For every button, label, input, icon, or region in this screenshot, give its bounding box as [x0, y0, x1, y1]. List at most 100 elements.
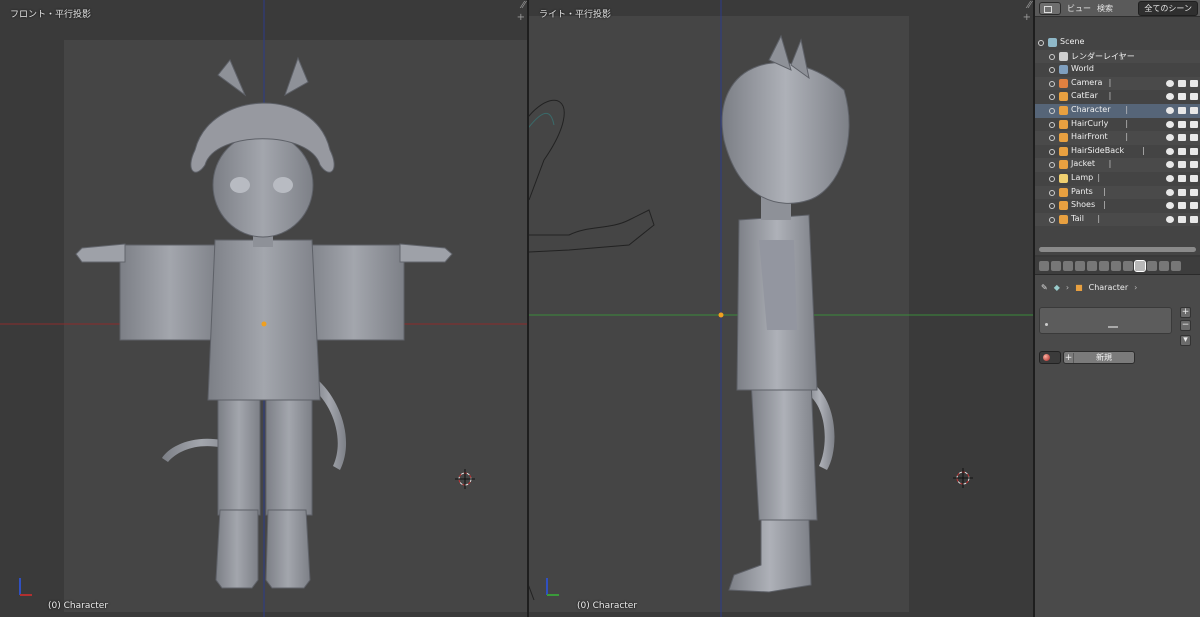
- new-material-button[interactable]: + 新規: [1063, 351, 1135, 364]
- expand-toggle-icon[interactable]: [1049, 162, 1055, 169]
- material-tab-icon[interactable]: [1134, 259, 1146, 272]
- constraints-tab-icon[interactable]: [1099, 260, 1109, 271]
- selectable-arrow-icon[interactable]: [1178, 93, 1186, 101]
- viewport-front[interactable]: フロント・平行投影 (0) Character ⁄⁄ +: [0, 0, 527, 617]
- outliner-item[interactable]: レンダーレイヤー |: [1035, 49, 1200, 64]
- render-camera-icon[interactable]: [1190, 147, 1198, 155]
- visibility-eye-icon[interactable]: [1166, 161, 1174, 169]
- visibility-eye-icon[interactable]: [1166, 202, 1174, 210]
- outliner-item-label: CatEar: [1071, 91, 1098, 101]
- outliner-item[interactable]: HairSideBack |: [1035, 145, 1200, 159]
- visibility-eye-icon[interactable]: [1166, 147, 1174, 155]
- render-camera-icon[interactable]: [1190, 134, 1198, 142]
- expand-toggle-icon[interactable]: [1049, 176, 1055, 182]
- add-slot-button[interactable]: +: [1180, 307, 1191, 318]
- visibility-eye-icon[interactable]: [1166, 79, 1174, 87]
- expand-toggle-icon[interactable]: [1049, 80, 1055, 87]
- expand-toggle-icon[interactable]: [1049, 67, 1055, 74]
- render-camera-icon[interactable]: [1190, 93, 1198, 101]
- 3d-cursor[interactable]: [953, 468, 973, 488]
- physics-tab-icon[interactable]: [1171, 260, 1181, 271]
- axis-gizmo: [19, 578, 32, 596]
- render-camera-icon[interactable]: [1190, 188, 1198, 196]
- selectable-arrow-icon[interactable]: [1178, 215, 1186, 223]
- outliner-panel[interactable]: ビュー 検索 全てのシーン Scene レンダーレイヤー | World Camera |…: [1035, 0, 1200, 255]
- render-layers-tab-icon[interactable]: [1051, 260, 1061, 271]
- data-tab-icon[interactable]: [1123, 260, 1133, 271]
- selectable-arrow-icon[interactable]: [1178, 175, 1186, 182]
- particles-tab-icon[interactable]: [1159, 260, 1169, 271]
- render-camera-icon[interactable]: [1190, 161, 1198, 169]
- material-browse-button[interactable]: [1039, 351, 1061, 364]
- outliner-item[interactable]: HairCurly |: [1035, 118, 1200, 132]
- visibility-eye-icon[interactable]: [1166, 120, 1174, 128]
- outliner-item[interactable]: CatEar |: [1035, 90, 1200, 104]
- area-join-handle[interactable]: +: [517, 13, 525, 23]
- outliner-item[interactable]: Character |: [1035, 104, 1200, 118]
- expand-toggle-icon[interactable]: [1049, 135, 1055, 142]
- render-camera-icon[interactable]: [1190, 175, 1198, 182]
- render-tab-icon[interactable]: [1039, 260, 1049, 271]
- outliner-item[interactable]: Jacket |: [1035, 158, 1200, 172]
- outliner-item[interactable]: Shoes |: [1035, 199, 1200, 213]
- viewport-right[interactable]: ライト・平行投影 (0) Character ⁄⁄ +: [529, 0, 1033, 617]
- resize-grip-icon[interactable]: [1108, 326, 1118, 328]
- render-camera-icon[interactable]: [1190, 202, 1198, 210]
- expand-toggle-icon[interactable]: [1049, 216, 1055, 223]
- visibility-eye-icon[interactable]: [1166, 215, 1174, 223]
- object-origin: [718, 312, 724, 318]
- texture-tab-icon[interactable]: [1147, 260, 1157, 271]
- expand-toggle-icon[interactable]: [1049, 203, 1055, 210]
- visibility-eye-icon[interactable]: [1166, 134, 1174, 142]
- menu-search[interactable]: 検索: [1097, 3, 1113, 14]
- outliner-item[interactable]: World: [1035, 63, 1200, 77]
- area-join-handle[interactable]: +: [1023, 13, 1031, 23]
- object-tab-icon[interactable]: [1087, 260, 1097, 271]
- area-split-handle[interactable]: ⁄⁄: [1028, 1, 1031, 11]
- outliner-item[interactable]: Camera |: [1035, 76, 1200, 91]
- render-camera-icon[interactable]: [1190, 120, 1198, 128]
- selectable-arrow-icon[interactable]: [1178, 107, 1186, 114]
- area-split-handle[interactable]: ⁄⁄: [522, 1, 525, 11]
- horizontal-scrollbar[interactable]: [1039, 247, 1196, 252]
- selectable-arrow-icon[interactable]: [1178, 202, 1186, 210]
- properties-panel[interactable]: ✎ ◆ › ■ Character › + − ▾ + 新規: [1035, 257, 1200, 617]
- remove-slot-button[interactable]: −: [1180, 320, 1191, 331]
- slot-menu-button[interactable]: ▾: [1180, 335, 1191, 346]
- pin-icon[interactable]: ✎: [1041, 283, 1048, 292]
- selectable-arrow-icon[interactable]: [1178, 161, 1186, 169]
- visibility-eye-icon[interactable]: [1166, 175, 1174, 182]
- world-tab-icon[interactable]: [1075, 260, 1085, 271]
- render-layer-icon: [1059, 51, 1068, 61]
- expand-toggle-icon[interactable]: [1049, 189, 1055, 196]
- selectable-arrow-icon[interactable]: [1178, 120, 1186, 128]
- outliner-item[interactable]: Lamp |: [1035, 172, 1200, 186]
- display-mode-select[interactable]: 全てのシーン: [1138, 0, 1198, 16]
- render-camera-icon[interactable]: [1190, 215, 1198, 223]
- selectable-arrow-icon[interactable]: [1178, 188, 1186, 196]
- scene-tab-icon[interactable]: [1063, 260, 1073, 271]
- outliner-item[interactable]: Pants |: [1035, 185, 1200, 200]
- outliner-item-label: Jacket: [1071, 159, 1096, 169]
- expand-toggle-icon[interactable]: [1049, 108, 1055, 114]
- visibility-eye-icon[interactable]: [1166, 107, 1174, 114]
- outliner-item[interactable]: Scene: [1035, 36, 1200, 50]
- modifiers-tab-icon[interactable]: [1111, 260, 1121, 271]
- render-camera-icon[interactable]: [1190, 79, 1198, 87]
- expand-toggle-icon[interactable]: [1049, 148, 1055, 155]
- selectable-arrow-icon[interactable]: [1178, 79, 1186, 87]
- selectable-arrow-icon[interactable]: [1178, 147, 1186, 155]
- expand-toggle-icon[interactable]: [1038, 40, 1044, 46]
- visibility-eye-icon[interactable]: [1166, 188, 1174, 196]
- render-camera-icon[interactable]: [1190, 107, 1198, 114]
- selectable-arrow-icon[interactable]: [1178, 134, 1186, 142]
- outliner-item[interactable]: Tail |: [1035, 212, 1200, 227]
- visibility-eye-icon[interactable]: [1166, 93, 1174, 101]
- expand-toggle-icon[interactable]: [1049, 121, 1055, 128]
- expand-toggle-icon[interactable]: [1049, 94, 1055, 101]
- menu-view[interactable]: ビュー: [1067, 3, 1091, 14]
- expand-toggle-icon[interactable]: [1049, 53, 1055, 60]
- material-slot-list[interactable]: [1039, 307, 1172, 334]
- outliner-item[interactable]: HairFront |: [1035, 131, 1200, 145]
- editor-type-button[interactable]: [1039, 1, 1061, 15]
